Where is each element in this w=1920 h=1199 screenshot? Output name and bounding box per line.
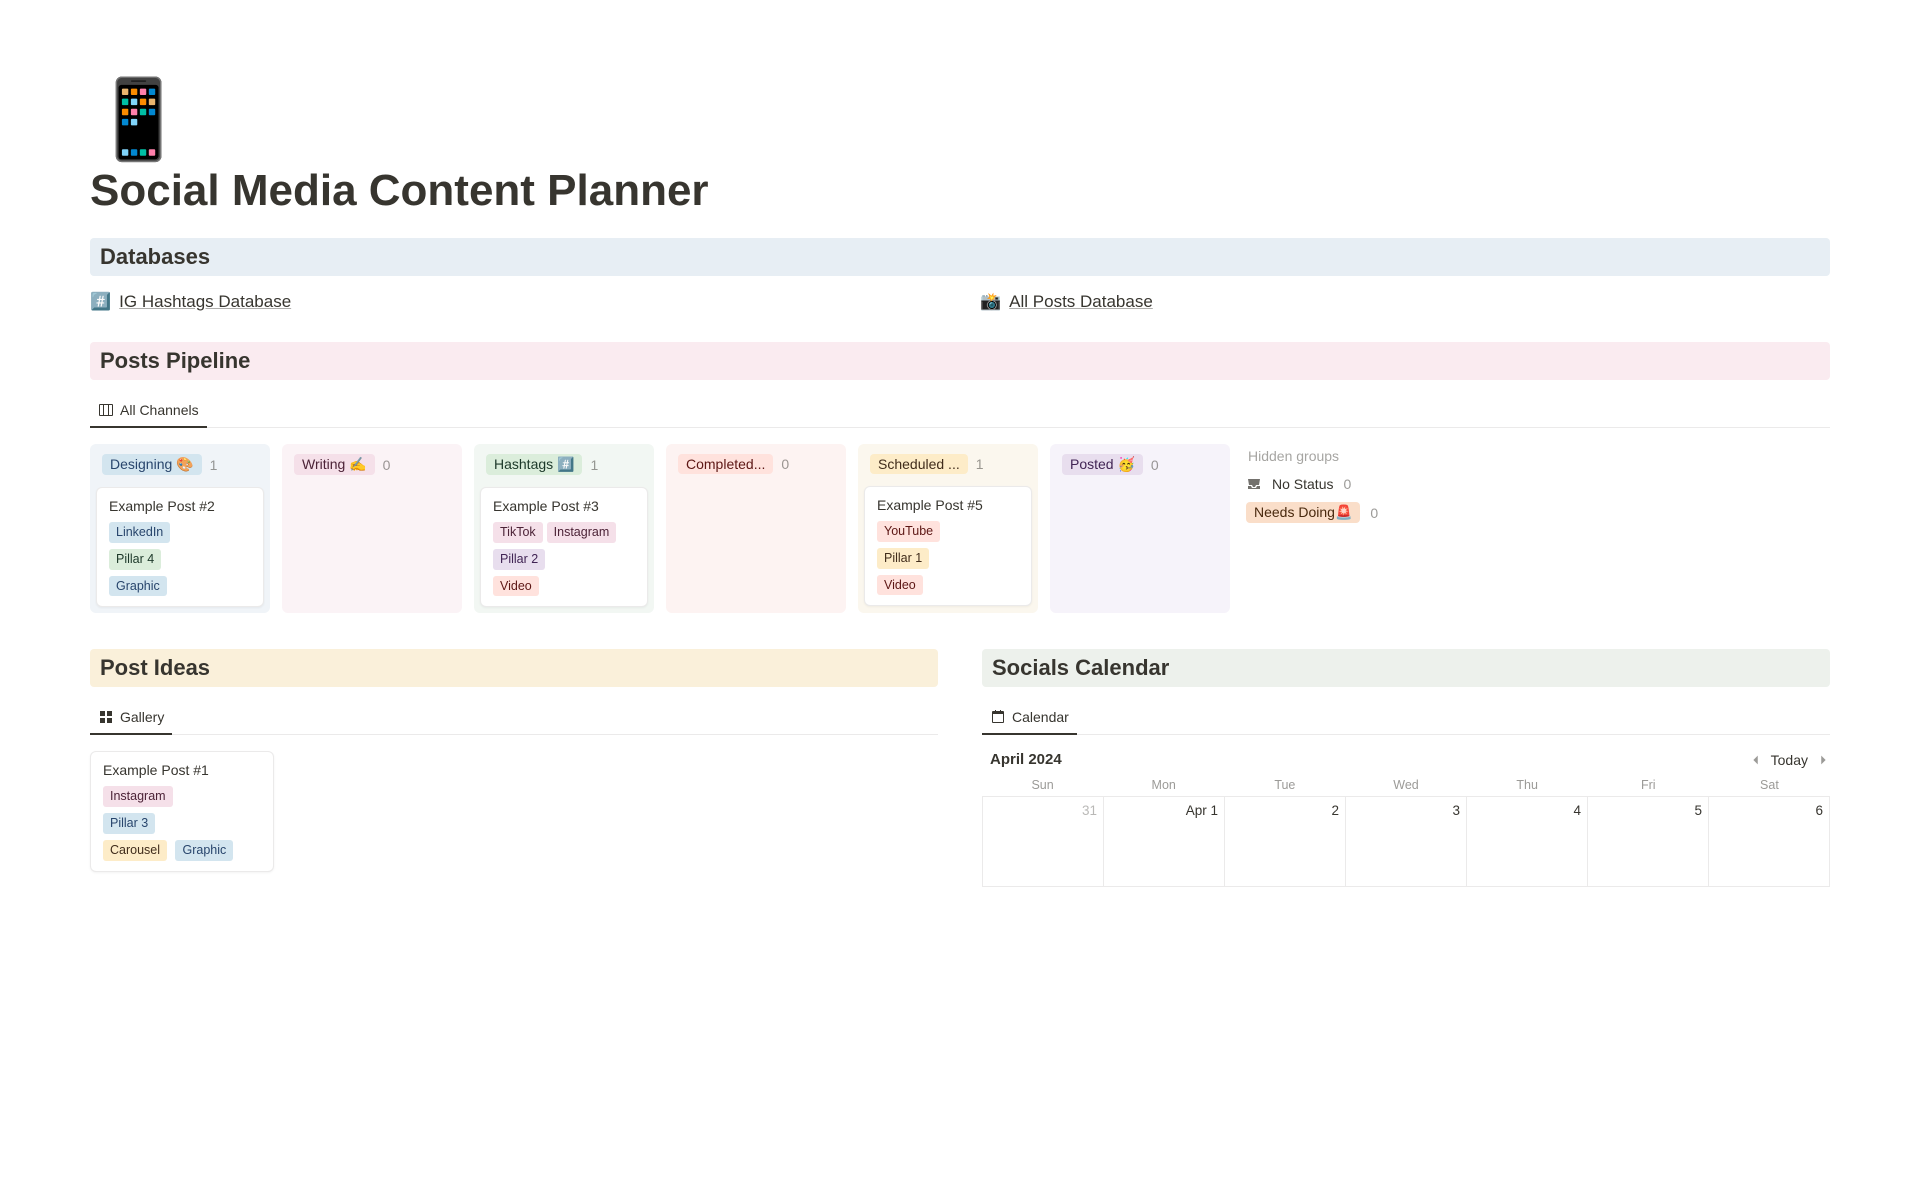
pipeline-column: Designing 🎨 1 Example Post #2 LinkedIn Pill… — [90, 444, 270, 613]
pipeline-column: Scheduled ... 1 Example Post #5 YouTube Pil… — [858, 444, 1038, 613]
pipeline-card[interactable]: Example Post #2 LinkedIn Pillar 4 Graphic — [96, 487, 264, 607]
status-tag[interactable]: Hashtags #️⃣ — [486, 454, 582, 475]
tab-gallery[interactable]: Gallery — [90, 703, 172, 735]
page-icon: 📱 — [90, 80, 1830, 158]
tag: Video — [877, 575, 923, 596]
calendar-today-button[interactable]: Today — [1771, 752, 1808, 768]
hash-icon: #️⃣ — [90, 292, 111, 312]
calendar-weekdays: SunMonTueWedThuFriSat — [982, 778, 1830, 792]
tag: Carousel — [103, 840, 167, 861]
database-link-ig-hashtags[interactable]: #️⃣ IG Hashtags Database — [90, 292, 940, 312]
tab-calendar[interactable]: Calendar — [982, 703, 1077, 735]
status-tag[interactable]: Completed... — [678, 454, 773, 474]
chevron-right-icon — [1816, 753, 1830, 767]
pipeline-card[interactable]: Example Post #3 TikTokInstagramPillar 2 Vi… — [480, 487, 648, 607]
tag: Pillar 4 — [109, 549, 161, 570]
database-link-label: All Posts Database — [1009, 292, 1153, 312]
status-tag[interactable]: Posted 🥳 — [1062, 454, 1143, 475]
section-heading-ideas: Post Ideas — [90, 649, 938, 687]
calendar-prev-button[interactable] — [1749, 753, 1763, 767]
tag: Graphic — [109, 576, 167, 597]
card-title: Example Post #3 — [493, 498, 599, 514]
section-heading-pipeline: Posts Pipeline — [90, 342, 1830, 380]
pipeline-column: Completed... 0 — [666, 444, 846, 613]
card-title: Example Post #1 — [103, 762, 209, 778]
weekday-label: Sun — [982, 778, 1103, 792]
tag: TikTok — [493, 522, 543, 543]
tab-label: Calendar — [1012, 709, 1069, 725]
card-title: Example Post #2 — [109, 498, 215, 514]
calendar-day-cell[interactable]: 3 — [1346, 797, 1467, 887]
column-count: 1 — [210, 457, 218, 473]
calendar-day-cell[interactable]: 5 — [1588, 797, 1709, 887]
page-title: Social Media Content Planner — [90, 166, 1830, 216]
weekday-label: Sat — [1709, 778, 1830, 792]
pipeline-column: Writing ✍️ 0 — [282, 444, 462, 613]
gallery-icon — [98, 709, 114, 725]
section-heading-calendar: Socials Calendar — [982, 649, 1830, 687]
calendar-grid: 31Apr 123456 — [982, 796, 1830, 887]
column-count: 1 — [590, 457, 598, 473]
status-tag[interactable]: Scheduled ... — [870, 454, 968, 474]
status-tag[interactable]: Designing 🎨 — [102, 454, 202, 475]
tab-label: Gallery — [120, 709, 164, 725]
chevron-left-icon — [1749, 753, 1763, 767]
column-count: 1 — [976, 456, 984, 472]
weekday-label: Tue — [1224, 778, 1345, 792]
tab-label: All Channels — [120, 402, 199, 418]
tag: Instagram — [103, 786, 173, 807]
inbox-icon — [1246, 476, 1262, 492]
weekday-label: Wed — [1345, 778, 1466, 792]
tag: Pillar 3 — [103, 813, 155, 834]
hidden-group-no-status[interactable]: No Status 0 — [1246, 476, 1388, 492]
tag: Pillar 2 — [493, 549, 545, 570]
calendar-next-button[interactable] — [1816, 753, 1830, 767]
database-link-label: IG Hashtags Database — [119, 292, 291, 312]
idea-card[interactable]: Example Post #1 Instagram Pillar 3 Carou… — [90, 751, 274, 871]
board-icon — [98, 402, 114, 418]
weekday-label: Fri — [1588, 778, 1709, 792]
calendar-day-cell[interactable]: Apr 1 — [1104, 797, 1225, 887]
tag: Video — [493, 576, 539, 597]
tag: LinkedIn — [109, 522, 170, 543]
hidden-group-needs-doing[interactable]: Needs Doing🚨 0 — [1246, 502, 1388, 523]
calendar-day-cell[interactable]: 31 — [983, 797, 1104, 887]
pipeline-column: Hashtags #️⃣ 1 Example Post #3 TikTokInsta… — [474, 444, 654, 613]
hidden-groups: Hidden groups No Status 0 Needs Doing🚨 0 — [1242, 444, 1392, 613]
calendar-day-cell[interactable]: 6 — [1709, 797, 1830, 887]
weekday-label: Mon — [1103, 778, 1224, 792]
calendar-icon — [990, 709, 1006, 725]
tag: Graphic — [175, 840, 233, 861]
tag: Pillar 1 — [877, 548, 929, 569]
column-count: 0 — [1151, 457, 1159, 473]
pipeline-card[interactable]: Example Post #5 YouTube Pillar 1 Video — [864, 486, 1032, 606]
camera-icon: 📸 — [980, 292, 1001, 312]
tag: YouTube — [877, 521, 940, 542]
pipeline-column: Posted 🥳 0 — [1050, 444, 1230, 613]
status-tag: Needs Doing🚨 — [1246, 502, 1360, 523]
tab-all-channels[interactable]: All Channels — [90, 396, 207, 428]
calendar-day-cell[interactable]: 2 — [1225, 797, 1346, 887]
calendar-day-cell[interactable]: 4 — [1467, 797, 1588, 887]
calendar-month: April 2024 — [982, 751, 1062, 768]
card-title: Example Post #5 — [877, 497, 983, 513]
pipeline-board: Designing 🎨 1 Example Post #2 LinkedIn Pill… — [90, 444, 1830, 613]
column-count: 0 — [383, 457, 391, 473]
tag: Instagram — [547, 522, 617, 543]
status-tag[interactable]: Writing ✍️ — [294, 454, 375, 475]
column-count: 0 — [781, 456, 789, 472]
database-link-all-posts[interactable]: 📸 All Posts Database — [980, 292, 1830, 312]
hidden-groups-label: Hidden groups — [1246, 448, 1388, 464]
section-heading-databases: Databases — [90, 238, 1830, 276]
weekday-label: Thu — [1467, 778, 1588, 792]
